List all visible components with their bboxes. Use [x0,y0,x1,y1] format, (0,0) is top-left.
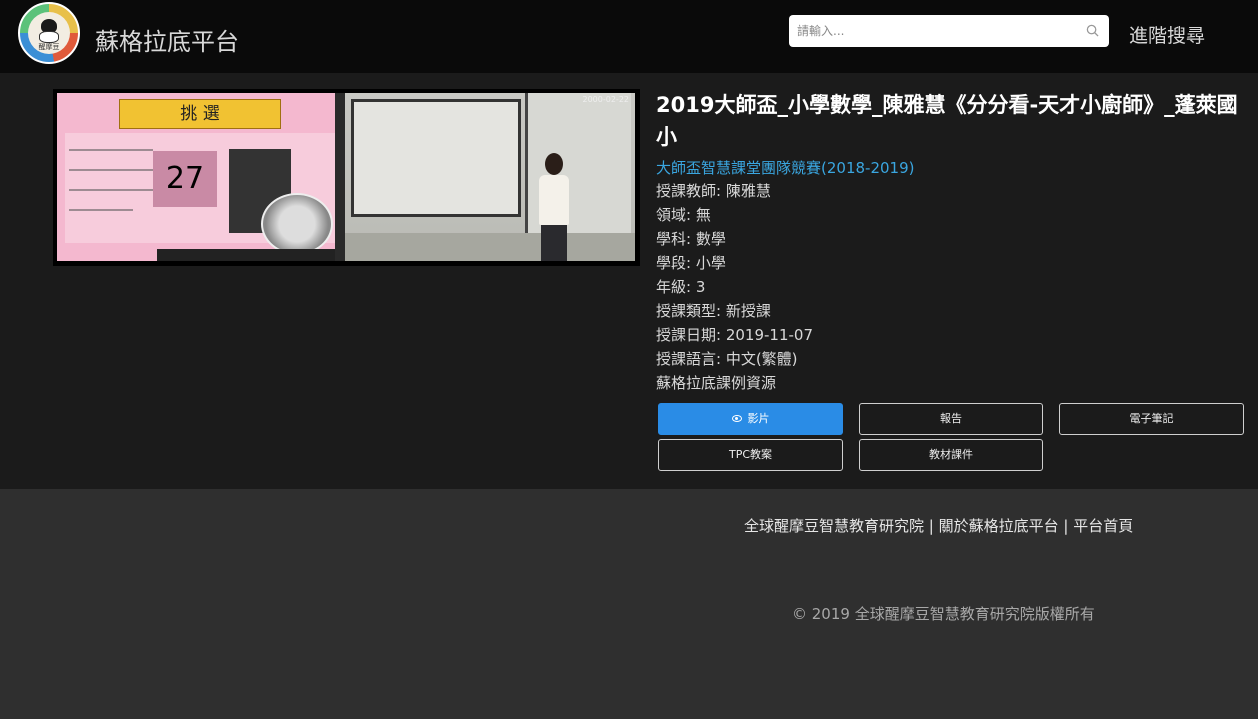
materials-button[interactable]: 教材課件 [859,439,1043,471]
teacher-figure [537,153,571,261]
meta-grade: 年級: 3 [656,278,706,296]
lesson-info: 2019大師盃_小學數學_陳雅慧《分分看-天才小廚師》_蓬萊國小 大師盃智慧課堂… [656,89,1246,395]
slide-text-line [69,149,153,151]
footer: 全球醒摩豆智慧教育研究院 | 關於蘇格拉底平台 | 平台首頁 © 2019 全球… [0,489,1258,719]
lesson-title: 2019大師盃_小學數學_陳雅慧《分分看-天才小廚師》_蓬萊國小 [656,93,1238,149]
meta-resource-heading: 蘇格拉底課例資源 [656,374,777,392]
eye-icon [731,414,742,422]
slide-text-line [69,209,133,211]
tpc-plan-button[interactable]: TPC教案 [658,439,843,471]
copyright-text: © 2019 全球醒摩豆智慧教育研究院版權所有 [792,605,1095,623]
slide-timer: 27 [153,151,217,207]
timer-dial-icon [261,193,333,255]
notes-button[interactable]: 電子筆記 [1059,403,1244,435]
slide-text-line [69,169,153,171]
site-logo[interactable]: 醒摩豆 [18,2,80,64]
site-title[interactable]: 蘇格拉底平台 [95,22,239,57]
footer-link-about[interactable]: 關於蘇格拉底平台 [939,517,1059,535]
search-input[interactable] [789,15,1069,47]
slide-bottom-bar [157,249,335,261]
video-timestamp: 2000-02-22 [582,95,630,104]
meta-teacher: 授課教師: 陳雅慧 [656,182,771,200]
meta-language: 授課語言: 中文(繁體) [656,350,798,368]
meta-lesson-type: 授課類型: 新授課 [656,302,771,320]
top-navbar: 醒摩豆 蘇格拉底平台 進階搜尋 [0,0,1258,73]
footer-link-home[interactable]: 平台首頁 [1073,517,1133,535]
classroom-camera-view: 2000-02-22 [345,93,635,261]
slide-toolbar [335,93,345,261]
logo-text: 醒摩豆 [38,43,60,51]
slide-view: 挑 選 27 [57,93,345,261]
search-box [789,15,1109,47]
teacher-head [545,153,563,175]
meta-stage: 學段: 小學 [656,254,726,272]
advanced-search-link[interactable]: 進階搜尋 [1129,21,1205,48]
slide-text-line [69,189,153,191]
slide-heading: 挑 選 [119,99,281,129]
footer-link-institute[interactable]: 全球醒摩豆智慧教育研究院 [744,517,924,535]
meta-date: 授課日期: 2019-11-07 [656,326,813,344]
lesson-detail: 挑 選 27 2000-02-22 2019大師盃_小學數學_陳雅慧《分分看-天… [0,73,1258,489]
footer-separator: | [924,517,939,535]
video-button-label: 影片 [747,412,770,425]
report-button[interactable]: 報告 [859,403,1043,435]
meta-subject: 學科: 數學 [656,230,726,248]
footer-links: 全球醒摩豆智慧教育研究院 | 關於蘇格拉底平台 | 平台首頁 [744,515,1133,536]
logo-emblem: 醒摩豆 [28,12,70,54]
teacher-torso [539,175,569,225]
lesson-series-link[interactable]: 大師盃智慧課堂團隊競賽(2018-2019) [656,157,1246,179]
whiteboard-screen [351,99,521,217]
footer-separator: | [1058,517,1074,535]
video-button[interactable]: 影片 [658,403,843,435]
teacher-legs [541,225,567,261]
search-icon[interactable] [1086,24,1099,37]
meta-domain: 領域: 無 [656,206,711,224]
classroom-floor [345,233,635,261]
video-player[interactable]: 挑 選 27 2000-02-22 [53,89,640,266]
